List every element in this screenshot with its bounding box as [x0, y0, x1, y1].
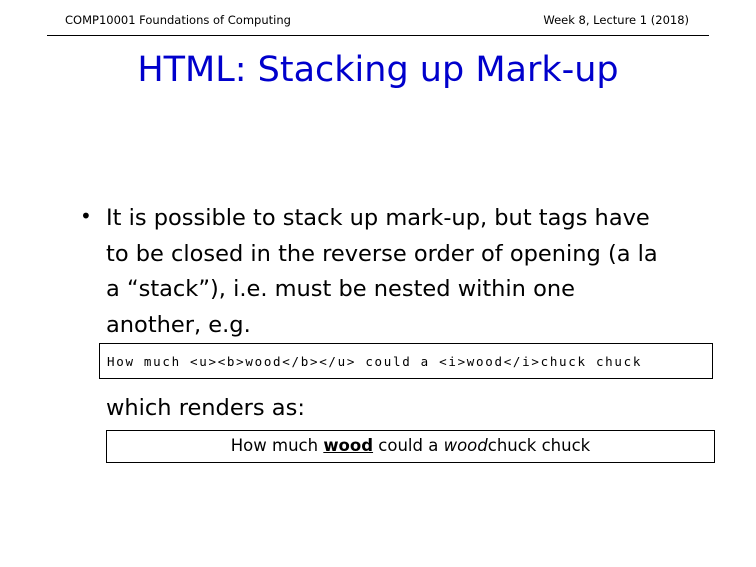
lecture-info: Week 8, Lecture 1 (2018): [543, 13, 689, 27]
bullet-line: a “stack”), i.e. must be nested within o…: [106, 276, 575, 302]
bullet-marker: •: [80, 204, 92, 228]
rendered-text-before: How much: [230, 436, 324, 455]
bullet-text: It is possible to stack up mark-up, but …: [106, 201, 706, 343]
slide-header: COMP10001 Foundations of Computing Week …: [47, 0, 709, 36]
code-example: How much <u><b>wood</b></u> could a <i>w…: [107, 354, 643, 369]
rendered-text-after: chuck chuck: [487, 436, 591, 455]
rendered-bold-underlined: wood: [323, 436, 374, 455]
rendered-text-middle: could a: [373, 436, 444, 455]
rendered-output-box: How much wood could a woodchuck chuck: [106, 430, 715, 463]
renders-label: which renders as:: [106, 395, 305, 421]
bullet-line: It is possible to stack up mark-up, but …: [106, 205, 650, 231]
code-example-box: How much <u><b>wood</b></u> could a <i>w…: [99, 343, 713, 379]
course-title: COMP10001 Foundations of Computing: [65, 13, 291, 27]
bullet-line: to be closed in the reverse order of ope…: [106, 240, 658, 267]
slide-title: HTML: Stacking up Mark-up: [137, 50, 619, 90]
bullet-line: another, e.g.: [106, 311, 251, 338]
rendered-italic: wood: [443, 436, 488, 455]
